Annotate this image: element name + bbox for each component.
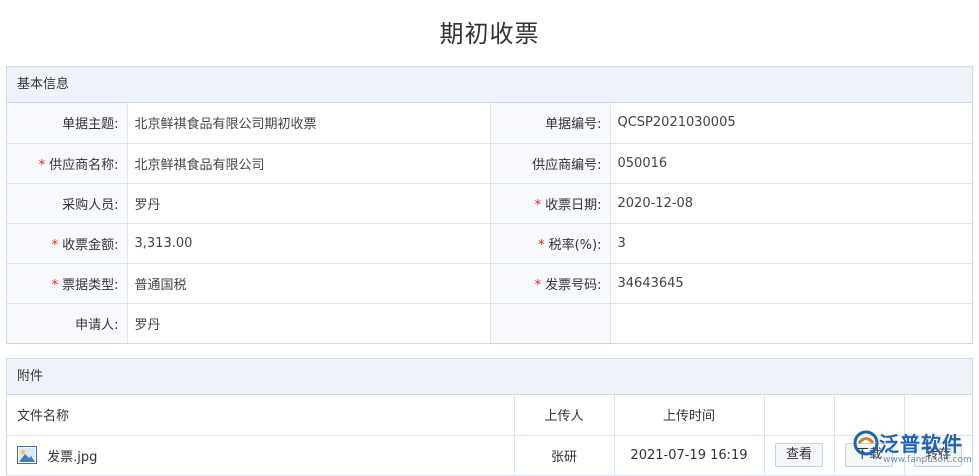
subject-value: 北京鲜祺食品有限公司期初收票 — [127, 103, 491, 144]
col-action — [764, 395, 835, 436]
receipt-date-value: 2020-12-08 — [610, 183, 972, 224]
empty-label — [490, 303, 611, 343]
info-row: *申请人: 罗丹 — [7, 303, 972, 343]
uploader-cell: 张研 — [514, 435, 615, 476]
field-label: * 发票号码: — [490, 263, 611, 304]
upload-time-cell: 2021-07-19 16:19 — [614, 435, 765, 476]
invoice-number-value: 34643645 — [610, 263, 972, 304]
field-label: * 供应商名称: — [7, 143, 128, 184]
required-mark: * — [51, 237, 59, 253]
field-label: * 税率(%): — [490, 223, 611, 264]
info-row: *单据主题: 北京鲜祺食品有限公司期初收票 *单据编号: QCSP2021030… — [7, 103, 972, 144]
empty-value — [610, 303, 972, 343]
col-upload-time: 上传时间 — [614, 395, 765, 436]
info-row: * 票据类型: 普通国税 * 发票号码: 34643645 — [7, 263, 972, 304]
required-mark: * — [534, 277, 542, 293]
required-mark: * — [38, 157, 46, 173]
basic-info-panel: 基本信息 *单据主题: 北京鲜祺食品有限公司期初收票 *单据编号: QCSP20… — [6, 66, 973, 344]
file-name-cell: 发票.jpg — [7, 435, 515, 476]
attachments-header-row: 文件名称 上传人 上传时间 — [7, 395, 972, 436]
field-label: *申请人: — [7, 303, 128, 343]
required-mark: * — [538, 237, 545, 253]
field-label: * 收票日期: — [490, 183, 611, 224]
view-cell: 查看 — [764, 435, 835, 476]
field-label: *采购人员: — [7, 183, 128, 224]
view-button[interactable]: 查看 — [774, 443, 823, 467]
info-row: *采购人员: 罗丹 *收票日期: 2020-12-08 — [7, 183, 972, 224]
file-name-link[interactable]: 发票.jpg — [47, 450, 97, 465]
image-file-icon — [17, 446, 37, 464]
info-row: * 收票金额: 3,313.00 * 税率(%): 3 — [7, 223, 972, 264]
tax-rate-value: 3 — [610, 223, 972, 264]
info-row: *供应商名称: 北京鲜祺食品有限公司 *供应商编号: 050016 — [7, 143, 972, 184]
amount-value: 3,313.00 — [127, 223, 491, 264]
basic-info-header: 基本信息 — [7, 67, 972, 103]
invoice-type-value: 普通国税 — [127, 263, 491, 304]
required-mark: * — [51, 277, 59, 293]
applicant-value: 罗丹 — [127, 303, 491, 343]
attachments-table: 文件名称 上传人 上传时间 发票.jpg 张研 2021-07-19 16:19… — [7, 395, 972, 476]
brand-watermark: 泛普软件 www.fanpusoft.com — [853, 428, 972, 468]
brand-name: 泛普软件 — [879, 432, 963, 456]
field-label: *单据编号: — [490, 103, 611, 144]
table-row: 发票.jpg 张研 2021-07-19 16:19 查看 下载 转存 — [7, 435, 972, 476]
brand-logo-icon — [853, 430, 879, 456]
field-label: * 票据类型: — [7, 263, 128, 304]
required-mark: * — [534, 197, 542, 213]
buyer-value: 罗丹 — [127, 183, 491, 224]
col-uploader: 上传人 — [514, 395, 615, 436]
doc-number-value: QCSP2021030005 — [610, 103, 972, 144]
col-file-name: 文件名称 — [7, 395, 515, 436]
attachments-header: 附件 — [7, 359, 972, 395]
supplier-name-value: 北京鲜祺食品有限公司 — [127, 143, 491, 184]
field-label: *供应商编号: — [490, 143, 611, 184]
supplier-code-value: 050016 — [610, 143, 972, 184]
page-title: 期初收票 — [439, 20, 540, 48]
field-label: * 收票金额: — [7, 223, 128, 264]
attachments-panel: 附件 文件名称 上传人 上传时间 发票.jpg 张研 2021-07-19 16… — [6, 358, 973, 476]
basic-info-table: *单据主题: 北京鲜祺食品有限公司期初收票 *单据编号: QCSP2021030… — [7, 103, 972, 343]
field-label: *单据主题: — [7, 103, 128, 144]
brand-url: www.fanpusoft.com — [883, 455, 972, 465]
